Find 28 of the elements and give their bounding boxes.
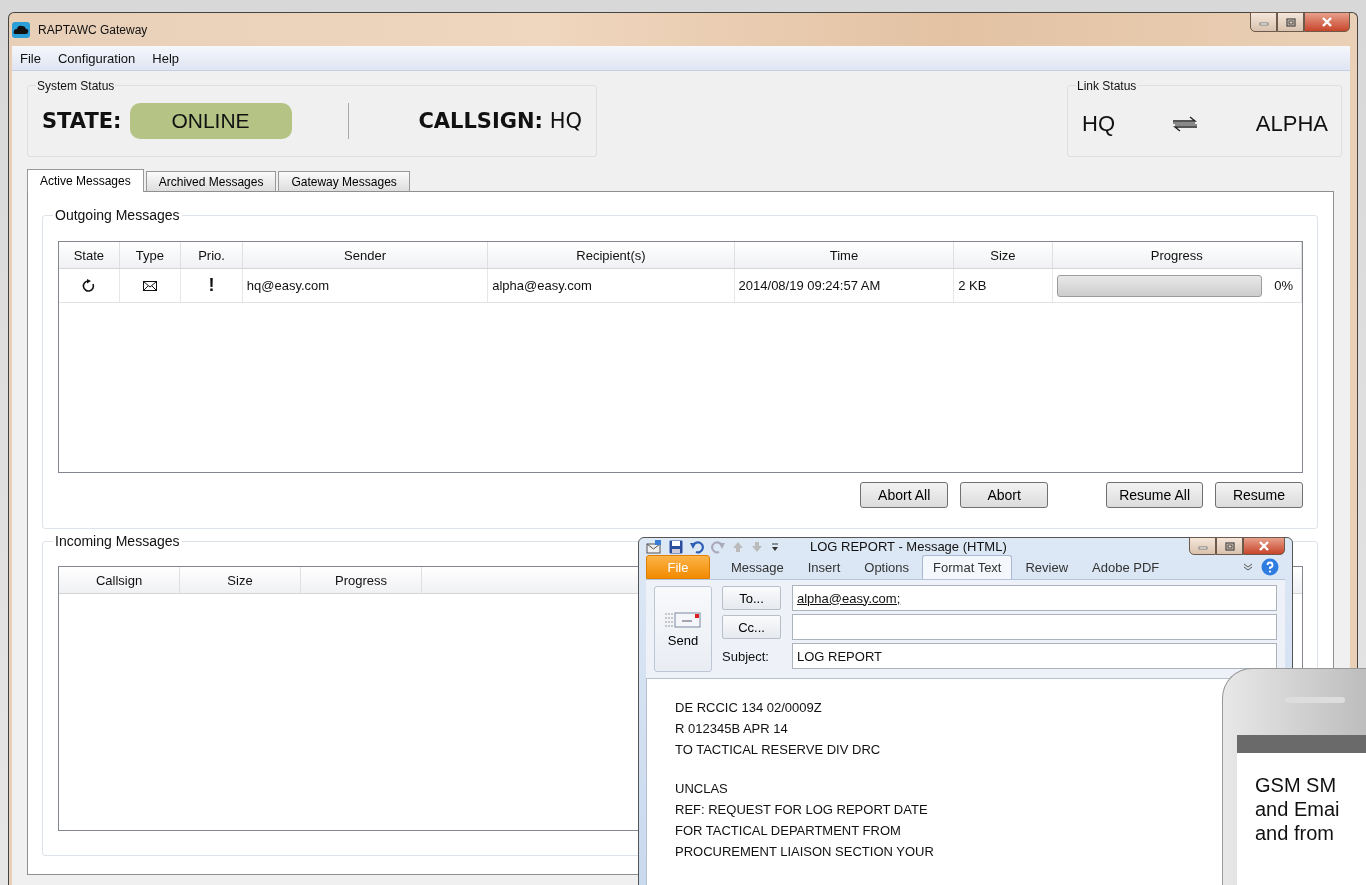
link-endpoint: ALPHA [1255,111,1328,137]
body-text-line: DE RCCIC 134 02/0009Z [675,699,823,717]
group-title: System Status [36,79,116,93]
priority-mark: ! [208,275,215,296]
state-indicator: ONLINE [129,103,292,139]
subject-label: Subject: [722,648,770,664]
screen-text-line: and Emai [1255,797,1341,821]
body-text-line: REF: REQUEST FOR LOG REPORT DATE [675,801,929,819]
table-cell: hq@easy.com [242,269,489,302]
screen-text-line: and from [1255,821,1335,845]
table-cell: alpha@easy.com [488,269,735,302]
link-endpoint: HQ [1082,111,1115,137]
callsign-text: CALLSIGN: HQ [418,109,582,133]
window-title: LOG REPORT - Message (HTML) [810,539,1007,554]
group-title: Link Status [1076,79,1138,93]
group-title: Incoming Messages [53,533,182,549]
table-cell: 2014/08/19 09:24:57 AM [734,269,955,302]
state-label: STATE: [42,109,122,133]
table-cell: 2 KB [954,269,1053,302]
body-text-line: TO TACTICAL RESERVE DIV DRC [675,741,882,759]
body-text-line: R 012345B APR 14 [675,720,789,738]
group-title: Outgoing Messages [53,207,182,223]
window-title: RAPTAWC Gateway [38,22,148,37]
body-text-line: FOR TACTICAL DEPARTMENT FROM [675,822,902,840]
progress-text: 0% [1274,278,1293,293]
screen-text-line: GSM SM [1255,773,1338,797]
body-text-line: PROCUREMENT LIAISON SECTION YOUR [675,843,935,861]
body-text-line: UNCLAS [675,780,729,798]
